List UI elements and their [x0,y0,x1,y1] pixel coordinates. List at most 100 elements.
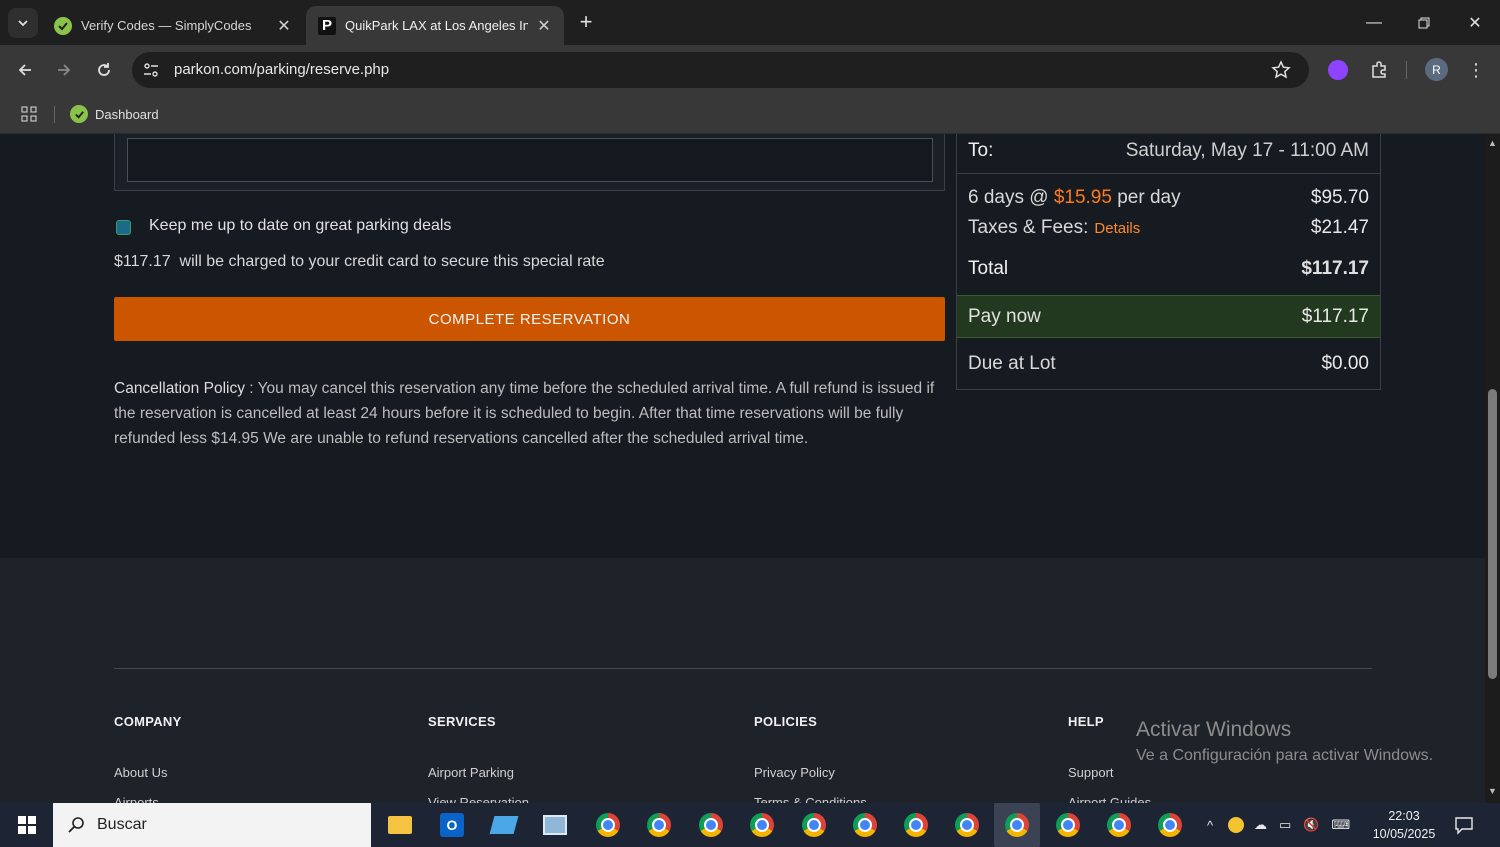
taskbar-chrome-6[interactable] [849,809,881,841]
keyboard-icon[interactable]: ⌨ [1331,817,1350,833]
bookmark-label: Dashboard [95,106,159,122]
footer-heading-help: HELP [1068,714,1104,729]
taskbar-chrome-8[interactable] [951,809,983,841]
footer-link-view-reservation[interactable]: View Reservation [428,795,529,803]
total-value: $117.17 [1301,258,1369,279]
taskbar-chrome-3[interactable] [695,809,727,841]
chrome-icon [955,813,979,837]
taskbar-chrome-active[interactable] [994,803,1040,847]
footer-link-airport-guides[interactable]: Airport Guides [1068,795,1151,803]
taskbar-chrome-2[interactable] [643,809,675,841]
tab-quikpark[interactable]: P QuikPark LAX at Los Angeles Int ✕ [306,6,564,45]
footer-link-airport-parking[interactable]: Airport Parking [428,765,514,780]
url-text[interactable]: parkon.com/parking/reserve.php [174,61,389,78]
windows-taskbar: Buscar O ^ ☁ ▭ 🔇 ⌨ 22:03 10/05/2025 [0,803,1500,847]
scroll-up-icon[interactable]: ▲ [1488,138,1497,148]
chrome-icon [853,813,877,837]
taskbar-chrome-5[interactable] [798,809,830,841]
bookmark-dashboard[interactable]: Dashboard [70,102,159,126]
chrome-icon [647,813,671,837]
page-content: Keep me up to date on great parking deal… [0,134,1485,803]
taskbar-chrome-10[interactable] [1103,809,1135,841]
toolbar-divider [1406,61,1407,79]
taskbar-outlook[interactable]: O [436,809,468,841]
volume-muted-icon[interactable]: 🔇 [1303,817,1319,833]
new-tab-button[interactable]: + [574,9,598,34]
notifications-button[interactable] [1452,813,1476,837]
chevron-up-icon[interactable]: ^ [1200,818,1220,833]
folder-icon [388,816,412,834]
footer-link-terms[interactable]: Terms & Conditions [754,795,867,803]
footer-link-airports[interactable]: Airports [114,795,159,803]
close-tab-icon[interactable]: ✕ [536,16,552,36]
arrow-left-icon [18,64,31,76]
cloud-icon[interactable]: ☁ [1254,817,1267,833]
complete-reservation-button[interactable]: COMPLETE RESERVATION [114,297,945,341]
taxes-value: $21.47 [1310,217,1369,238]
tab-search-button[interactable] [8,8,38,38]
scroll-thumb[interactable] [1488,389,1497,679]
taskbar-clock[interactable]: 22:03 10/05/2025 [1366,807,1442,843]
taxes-label: Taxes & Fees: [968,217,1089,238]
browser-menu-button[interactable]: ⋮ [1466,58,1486,82]
taskbar-app-blue[interactable] [488,809,520,841]
rate-label: 6 days @ $15.95 per day [968,187,1181,209]
clock-date: 10/05/2025 [1372,827,1436,841]
footer-link-privacy-policy[interactable]: Privacy Policy [754,765,835,780]
tab-strip: Verify Codes — SimplyCodes ✕ P QuikPark … [0,0,1500,45]
puzzle-icon [1372,61,1386,78]
profile-avatar[interactable]: R [1425,58,1448,81]
kebab-menu-icon: ⋮ [1467,59,1485,80]
reload-icon [98,63,110,76]
chrome-icon [596,813,620,837]
back-button[interactable] [10,55,40,85]
due-label: Due at Lot [968,353,1056,374]
total-label: Total [968,258,1009,279]
footer-link-support[interactable]: Support [1068,765,1114,780]
summary-divider [957,173,1380,174]
to-label: To: [968,140,994,161]
parkon-logo-icon: P [318,16,336,35]
taskbar-chrome-4[interactable] [746,809,778,841]
close-icon: ✕ [1468,14,1482,32]
tab-title: QuikPark LAX at Los Angeles Int [345,18,528,33]
restore-button[interactable] [1399,0,1449,45]
close-tab-icon[interactable]: ✕ [276,16,292,36]
taskbar-search[interactable]: Buscar [53,803,371,847]
reload-button[interactable] [89,55,119,85]
tray-app-icon[interactable] [1228,817,1244,833]
deals-checkbox[interactable] [116,220,131,235]
address-bar[interactable]: parkon.com/parking/reserve.php [132,52,1309,88]
network-icon[interactable]: ▭ [1279,817,1291,833]
extensions-button[interactable] [1367,58,1391,82]
chrome-icon [904,813,928,837]
bookmark-star-icon[interactable] [1271,60,1291,80]
taxes-label-wrap: Taxes & Fees: Details [968,217,1140,239]
summary-to-row: To: Saturday, May 17 - 11:00 AM [957,134,1380,169]
activation-watermark-text: Ve a Configuración para activar Windows. [1136,747,1434,764]
tab-simplycodes[interactable]: Verify Codes — SimplyCodes ✕ [42,6,304,45]
text-field[interactable] [127,138,933,182]
taskbar-app-monitor[interactable] [539,809,571,841]
forward-button[interactable] [49,55,79,85]
site-info-icon[interactable] [142,61,160,79]
taskbar-file-explorer[interactable] [384,809,416,841]
extension-simplycodes-icon[interactable] [1328,60,1348,80]
taxes-details-link[interactable]: Details [1094,220,1140,237]
close-window-button[interactable]: ✕ [1450,0,1500,45]
apps-grid-icon[interactable] [20,105,38,123]
pay-now-label: Pay now [968,305,1041,327]
taskbar-chrome-1[interactable] [592,809,624,841]
chrome-icon [1107,813,1131,837]
page-scrollbar[interactable]: ▲ ▼ [1485,134,1500,803]
taskbar-chrome-7[interactable] [900,809,932,841]
summary-pay-now-row: Pay now $117.17 [957,295,1380,338]
start-button[interactable] [0,803,53,847]
charge-text: will be charged to your credit card to s… [179,253,605,270]
taskbar-chrome-9[interactable] [1052,809,1084,841]
summary-due-row: Due at Lot $0.00 [957,343,1380,385]
taskbar-chrome-11[interactable] [1154,809,1186,841]
minimize-button[interactable]: — [1349,0,1399,45]
scroll-down-icon[interactable]: ▼ [1488,786,1497,796]
footer-link-about-us[interactable]: About Us [114,765,167,780]
